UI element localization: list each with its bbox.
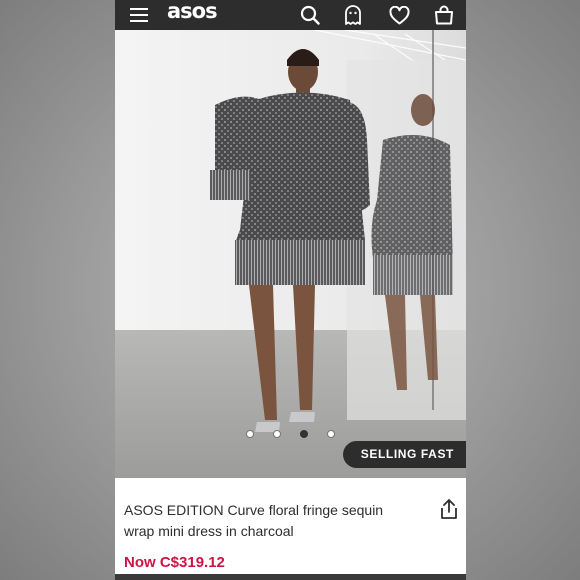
selling-fast-badge: SELLING FAST — [342, 441, 466, 468]
carousel-dots — [115, 430, 466, 440]
bag-icon[interactable] — [432, 0, 456, 30]
carousel-dot[interactable] — [327, 430, 335, 438]
product-price: Now C$319.12 — [124, 554, 225, 571]
search-icon[interactable] — [298, 0, 322, 30]
carousel-dot[interactable] — [246, 430, 254, 438]
product-info: ASOS EDITION Curve floral fringe sequin … — [115, 478, 466, 580]
product-photo-illustration — [115, 30, 466, 478]
wishlist-icon[interactable] — [387, 0, 411, 30]
product-image[interactable]: SELLING FAST — [115, 30, 466, 478]
product-title: ASOS EDITION Curve floral fringe sequin … — [124, 502, 384, 539]
share-icon[interactable] — [439, 498, 461, 520]
phone-screen: asos SELLING FAST ASOS EDITION Curve flo… — [115, 0, 466, 580]
asos-logo[interactable]: asos — [167, 0, 218, 22]
account-icon[interactable] — [342, 0, 364, 30]
carousel-dot[interactable] — [273, 430, 281, 438]
carousel-dot-active[interactable] — [300, 430, 308, 438]
bottom-edge — [115, 574, 466, 580]
top-nav-bar: asos — [115, 0, 466, 30]
menu-icon[interactable] — [129, 0, 151, 30]
